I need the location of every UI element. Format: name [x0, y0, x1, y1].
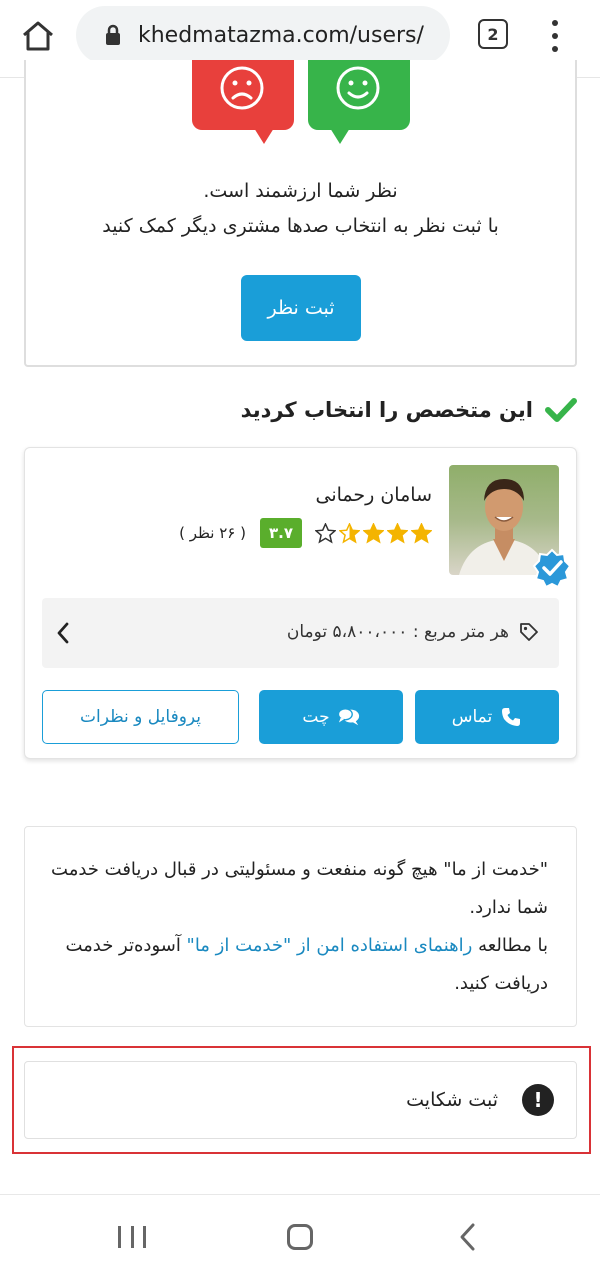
- star-half-icon: [339, 522, 360, 544]
- submit-review-button[interactable]: ثبت نظر: [241, 275, 361, 341]
- happy-face-icon: [336, 66, 380, 110]
- divider: [0, 1194, 600, 1195]
- complaint-label: ثبت شکایت: [406, 1089, 498, 1111]
- disclaimer-prefix: با مطالعه: [472, 935, 548, 956]
- disclaimer-text-1: "خدمت از ما" هیچ گونه منفعت و مسئولیتی د…: [51, 859, 548, 918]
- feedback-card: نظر شما ارزشمند است. با ثبت نظر به انتخا…: [24, 60, 577, 367]
- review-count: ( ۲۶ نظر ): [179, 524, 246, 542]
- profile-reviews-button[interactable]: پروفایل و نظرات: [42, 690, 239, 744]
- sad-face-icon: [220, 66, 264, 110]
- tag-icon: [520, 623, 538, 641]
- file-complaint-button[interactable]: ! ثبت شکایت: [24, 1061, 577, 1139]
- phone-icon: [502, 708, 521, 726]
- price-text: هر متر مربع : ۵،۸۰۰،۰۰۰ تومان: [286, 622, 509, 642]
- feedback-message-1: نظر شما ارزشمند است.: [203, 180, 398, 202]
- star-rating: [312, 522, 432, 544]
- system-nav-bar: [0, 1196, 600, 1272]
- price-row[interactable]: هر متر مربع : ۵،۸۰۰،۰۰۰ تومان: [42, 598, 559, 668]
- selected-heading-text: این متخصص را انتخاب کردید: [240, 398, 533, 422]
- dislike-button[interactable]: [192, 60, 294, 144]
- star-empty-icon: [315, 522, 336, 544]
- rating-badge: ۳.۷: [259, 518, 302, 548]
- chat-label: چت: [302, 707, 330, 727]
- star-full-icon: [411, 522, 432, 544]
- star-full-icon: [363, 522, 384, 544]
- home-button[interactable]: [18, 16, 58, 56]
- more-vert-icon[interactable]: [544, 16, 566, 56]
- feedback-message-2: با ثبت نظر به انتخاب صدها مشتری دیگر کمک…: [102, 215, 499, 237]
- call-button[interactable]: تماس: [415, 690, 559, 744]
- rating-row: ۳.۷ ( ۲۶ نظر ): [179, 518, 432, 548]
- address-bar[interactable]: khedmatazma.com/users/: [76, 6, 450, 64]
- url-text: khedmatazma.com/users/: [138, 22, 424, 48]
- chat-button[interactable]: چت: [259, 690, 403, 744]
- home-nav-icon[interactable]: [287, 1224, 313, 1250]
- specialist-card: سامان رحمانی ۳.۷ ( ۲۶ نظر ) هر متر مربع …: [24, 447, 577, 759]
- tab-switcher-button[interactable]: 2: [478, 19, 508, 49]
- back-icon[interactable]: [458, 1222, 478, 1252]
- disclaimer-card: "خدمت از ما" هیچ گونه منفعت و مسئولیتی د…: [24, 826, 577, 1027]
- verified-icon: [532, 548, 572, 588]
- specialist-name[interactable]: سامان رحمانی: [316, 484, 433, 506]
- recents-icon[interactable]: [118, 1226, 146, 1248]
- check-icon: [545, 398, 577, 422]
- chat-icon: [337, 708, 359, 726]
- home-icon: [23, 21, 53, 51]
- disclaimer-text-2: با مطالعه راهنمای استفاده امن از "خدمت ا…: [47, 927, 548, 1003]
- selected-specialist-heading: این متخصص را انتخاب کردید: [24, 392, 577, 428]
- like-button[interactable]: [308, 60, 410, 144]
- call-label: تماس: [451, 707, 493, 727]
- safe-use-guide-link[interactable]: راهنمای استفاده امن از "خدمت از ما": [187, 935, 473, 956]
- chevron-left-icon: [57, 622, 69, 644]
- alert-icon: !: [522, 1084, 554, 1116]
- star-full-icon: [387, 522, 408, 544]
- lock-icon: [106, 24, 120, 45]
